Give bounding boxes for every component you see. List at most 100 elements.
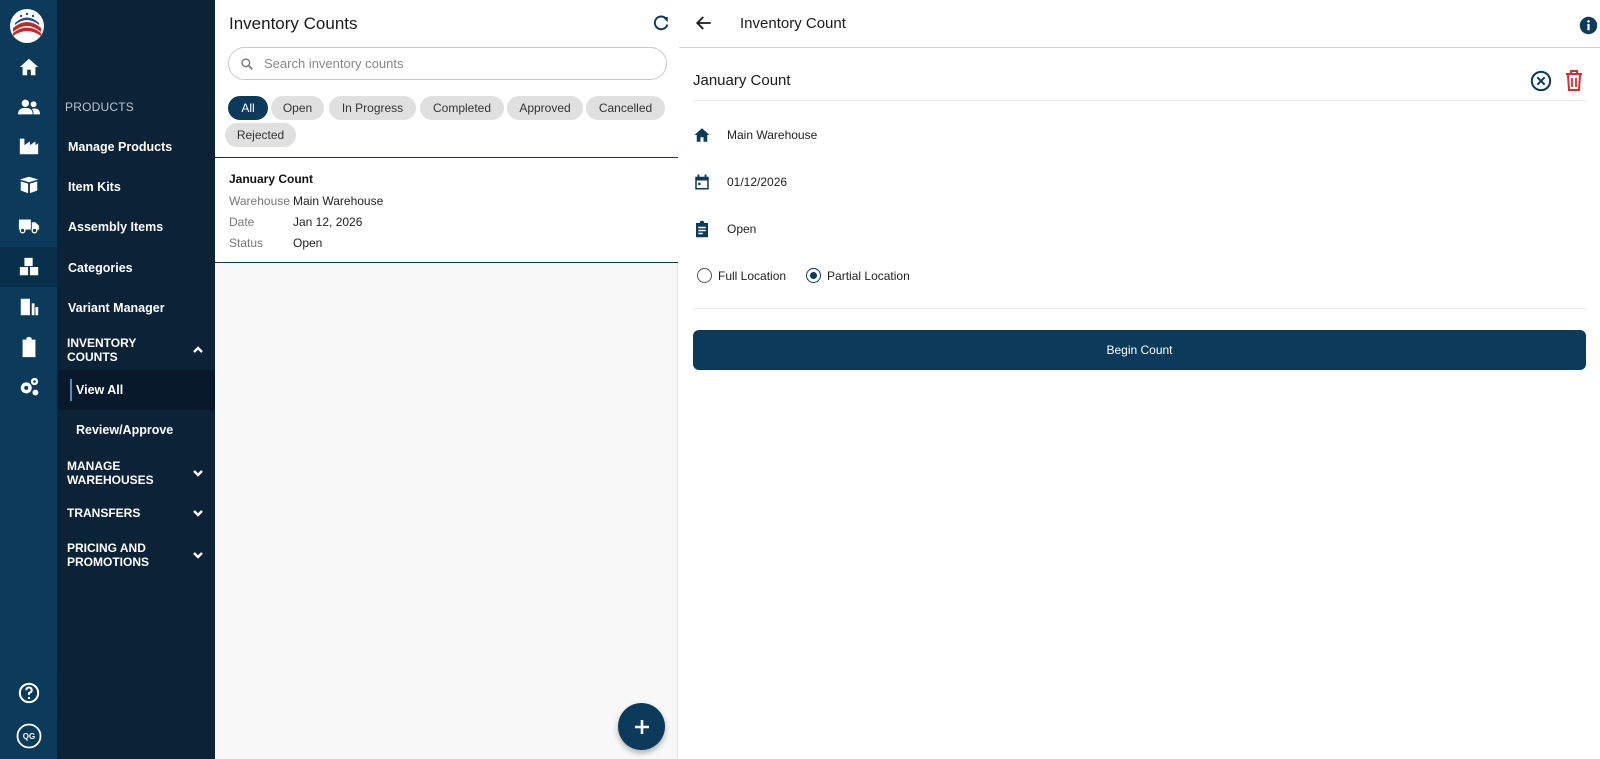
delete-icon[interactable] [1564, 69, 1584, 92]
users-icon [17, 99, 40, 115]
radio-partial-location[interactable]: Partial Location [806, 268, 910, 283]
divider [693, 308, 1586, 309]
nav-item-label: Item Kits [68, 180, 121, 194]
card-row-warehouse: Warehouse Main Warehouse [229, 194, 383, 208]
page-title: Inventory Counts [229, 14, 358, 33]
card-field-label: Status [229, 236, 264, 250]
card-title: January Count [229, 172, 314, 186]
location-scope-radios: Full Location Partial Location [697, 268, 930, 283]
nav-item-view-all[interactable]: View All [57, 370, 215, 410]
avatar: QG [16, 723, 41, 749]
nav-item-label: Categories [68, 261, 133, 275]
radio-label: Full Location [718, 268, 787, 283]
rail-home[interactable] [0, 47, 57, 87]
add-count-button[interactable] [618, 703, 665, 750]
rail-clipboard[interactable] [0, 327, 57, 367]
inventory-detail-panel: Inventory Count January Count Main Wareh… [679, 0, 1600, 759]
radio-full-location[interactable]: Full Location [697, 268, 786, 283]
nav-item-categories[interactable]: Categories [57, 248, 215, 288]
card-row-status: Status Open [229, 236, 322, 250]
rail-truck[interactable] [0, 205, 57, 245]
nav-group-transfers[interactable]: TRANSFERS [57, 503, 215, 523]
settings-icon [20, 377, 38, 396]
rail-boxes[interactable] [0, 247, 57, 287]
home-icon [694, 128, 710, 142]
detail-date-value: 01/12/2026 [727, 175, 788, 189]
nav-item-label: Review/Approve [76, 423, 174, 437]
card-field-value: Jan 12, 2026 [293, 215, 363, 229]
card-row-date: Date Jan 12, 2026 [229, 215, 362, 229]
back-arrow-icon[interactable] [695, 14, 713, 32]
radio-label: Partial Location [827, 268, 910, 283]
refresh-icon[interactable] [652, 14, 670, 32]
nav-group-inventory-counts[interactable]: INVENTORY COUNTS [57, 336, 215, 364]
logo-icon [10, 9, 44, 43]
detail-header: Inventory Count [679, 0, 1600, 48]
chevron-down-icon [193, 552, 203, 559]
nav-item-manage-products[interactable]: Manage Products [57, 127, 215, 167]
radio-circle [697, 268, 712, 283]
chevron-up-icon [193, 346, 203, 353]
card-field-label: Warehouse [229, 194, 290, 208]
detail-warehouse-row: Main Warehouse [693, 126, 817, 144]
calendar-icon [695, 174, 709, 190]
filter-chip-rejected[interactable]: Rejected [225, 123, 296, 147]
rail-users[interactable] [0, 87, 57, 127]
nav-group-label: MANAGE WAREHOUSES [67, 459, 154, 487]
nav-item-label: Assembly Items [68, 220, 164, 234]
rail-profile[interactable]: QG [0, 716, 57, 756]
rail-help[interactable] [0, 673, 57, 713]
inventory-list-panel: Inventory Counts All Open In Progress Co… [215, 0, 678, 759]
radio-circle-selected [806, 268, 822, 283]
chevron-down-icon [193, 510, 203, 517]
rail-settings[interactable] [0, 367, 57, 407]
nav-group-label: PRICING AND PROMOTIONS [67, 541, 150, 569]
nav-group-manage-warehouses[interactable]: MANAGE WAREHOUSES [57, 458, 215, 488]
nav-item-label: Manage Products [68, 140, 173, 154]
divider [693, 100, 1586, 101]
nav-item-review-approve[interactable]: Review/Approve [57, 410, 215, 450]
nav-item-label: View All [76, 383, 124, 397]
filter-chip-all[interactable]: All [228, 96, 268, 120]
clipboard-icon [696, 220, 708, 238]
detail-title: Inventory Count [740, 15, 846, 32]
search-input[interactable] [264, 56, 644, 71]
home-icon [19, 58, 38, 76]
nav-item-variant-manager[interactable]: Variant Manager [57, 288, 215, 328]
inventory-count-card[interactable]: January Count Warehouse Main Warehouse D… [215, 157, 678, 263]
nav-group-label: TRANSFERS [67, 506, 141, 520]
help-icon [18, 682, 39, 704]
rail-factory[interactable] [0, 126, 57, 166]
nav-sidebar: PRODUCTS Manage Products Item Kits Assem… [57, 0, 215, 759]
detail-status-value: Open [727, 222, 757, 236]
begin-count-button[interactable]: Begin Count [693, 330, 1586, 370]
truck-icon [18, 219, 39, 234]
filter-chip-cancelled[interactable]: Cancelled [586, 96, 665, 120]
factory-icon [19, 138, 38, 155]
search-icon [241, 57, 253, 70]
nav-item-label: Variant Manager [68, 301, 165, 315]
boxes-icon [19, 257, 38, 276]
filter-chip-completed[interactable]: Completed [420, 96, 504, 120]
nav-item-item-kits[interactable]: Item Kits [57, 167, 215, 207]
nav-group-pricing-promotions[interactable]: PRICING AND PROMOTIONS [57, 540, 215, 570]
rail-box[interactable] [0, 165, 57, 205]
rail-report[interactable] [0, 287, 57, 327]
icon-rail: QG [0, 0, 57, 759]
detail-date-row: 01/12/2026 [693, 173, 787, 191]
filter-chip-open[interactable]: Open [271, 96, 324, 120]
card-field-label: Date [229, 215, 255, 229]
avatar-initials: QG [22, 732, 34, 741]
nav-group-label: INVENTORY COUNTS [67, 336, 137, 364]
filter-area: All Open In Progress Completed Approved … [215, 47, 678, 157]
clipboard-icon [22, 336, 35, 358]
filter-chip-in-progress[interactable]: In Progress [329, 96, 416, 120]
info-icon[interactable] [1579, 16, 1598, 35]
active-indicator [70, 379, 72, 401]
card-field-value: Main Warehouse [293, 194, 384, 208]
nav-item-assembly-items[interactable]: Assembly Items [57, 207, 215, 247]
box-icon [19, 176, 38, 194]
cancel-count-icon[interactable] [1530, 70, 1552, 92]
filter-chip-approved[interactable]: Approved [507, 96, 583, 120]
list-header: Inventory Counts [215, 0, 678, 47]
